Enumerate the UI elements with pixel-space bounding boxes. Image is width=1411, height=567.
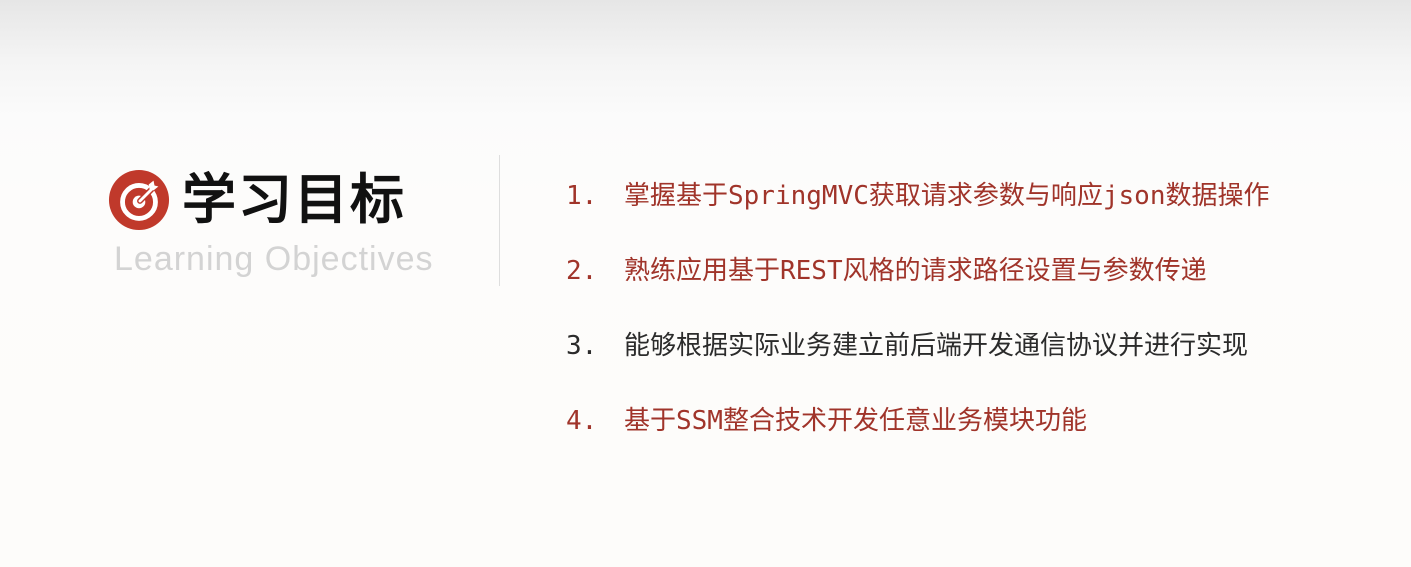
objective-item-2: 2. 熟练应用基于REST风格的请求路径设置与参数传递 [566,247,1270,322]
objective-text: 掌握基于SpringMVC获取请求参数与响应json数据操作 [624,181,1270,211]
objectives-list: 1. 掌握基于SpringMVC获取请求参数与响应json数据操作 2. 熟练应… [566,172,1270,472]
page-subtitle: Learning Objectives [114,240,434,278]
page-title: 学习目标 [182,168,406,231]
objective-number: 1. [566,181,598,211]
vertical-divider [499,155,500,286]
target-icon [108,169,170,231]
title-block: 学习目标 Learning Objectives [108,162,488,279]
objective-text: 熟练应用基于REST风格的请求路径设置与参数传递 [624,256,1207,286]
objective-text: 能够根据实际业务建立前后端开发通信协议并进行实现 [624,331,1249,361]
title-row: 学习目标 [108,162,488,238]
objective-item-3: 3. 能够根据实际业务建立前后端开发通信协议并进行实现 [566,322,1270,397]
objective-item-1: 1. 掌握基于SpringMVC获取请求参数与响应json数据操作 [566,172,1270,247]
objective-item-4: 4. 基于SSM整合技术开发任意业务模块功能 [566,397,1270,472]
slide: 学习目标 Learning Objectives 1. 掌握基于SpringMV… [0,0,1411,567]
objective-number: 4. [566,406,598,436]
objective-text: 基于SSM整合技术开发任意业务模块功能 [624,406,1087,436]
objective-number: 2. [566,256,598,286]
objective-number: 3. [566,331,598,361]
